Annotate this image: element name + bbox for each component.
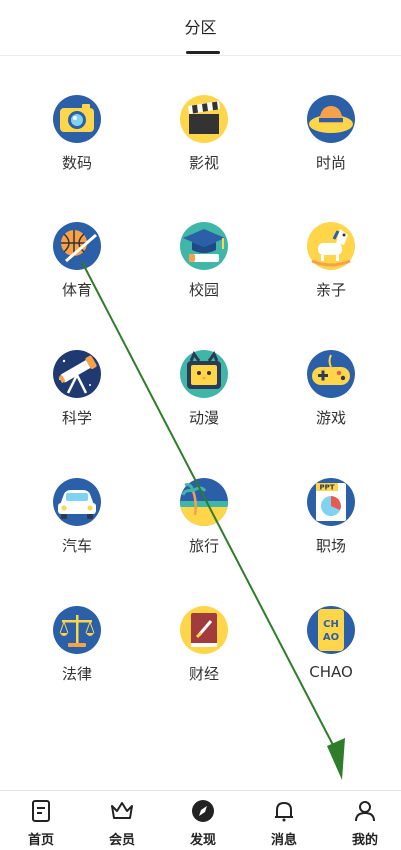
tab-label: 消息 bbox=[270, 833, 297, 848]
category-label: 汽车 bbox=[61, 537, 92, 555]
category-label: CHAO bbox=[309, 663, 353, 681]
clapperboard-icon bbox=[180, 95, 228, 143]
category-travel[interactable]: 旅行 bbox=[149, 439, 259, 555]
category-label: 旅行 bbox=[188, 537, 219, 555]
category-label: 亲子 bbox=[315, 281, 346, 299]
graduation-cap-icon bbox=[180, 222, 228, 270]
category-label: 法律 bbox=[61, 665, 92, 683]
category-games[interactable]: 游戏 bbox=[276, 311, 386, 427]
tab-label: 首页 bbox=[27, 833, 54, 848]
top-header: 分区 bbox=[0, 0, 401, 56]
category-label: 数码 bbox=[61, 154, 92, 172]
svg-text:AO: AO bbox=[323, 632, 339, 643]
title-underline bbox=[186, 51, 220, 54]
category-film[interactable]: 影视 bbox=[149, 56, 259, 172]
category-science[interactable]: 科学 bbox=[22, 311, 132, 427]
cartoon-tv-icon bbox=[180, 350, 228, 398]
gamepad-icon bbox=[307, 350, 355, 398]
compass-icon bbox=[192, 800, 214, 822]
tab-vip[interactable]: 会员 bbox=[82, 791, 162, 850]
tab-label: 会员 bbox=[108, 833, 135, 848]
category-anime[interactable]: 动漫 bbox=[149, 311, 259, 427]
category-label: 影视 bbox=[188, 154, 219, 172]
camera-icon bbox=[53, 95, 101, 143]
rocking-horse-icon bbox=[307, 222, 355, 270]
tab-label: 发现 bbox=[189, 833, 216, 848]
category-label: 体育 bbox=[61, 281, 92, 299]
category-finance[interactable]: 财经 bbox=[149, 567, 259, 683]
category-label: 游戏 bbox=[315, 409, 346, 427]
page-title: 分区 bbox=[184, 18, 217, 37]
category-label: 校园 bbox=[188, 281, 219, 299]
tab-discover[interactable]: 发现 bbox=[163, 791, 243, 850]
category-digital[interactable]: 数码 bbox=[22, 56, 132, 172]
home-doc-icon bbox=[32, 800, 50, 822]
category-workplace[interactable]: PPT 职场 bbox=[276, 439, 386, 555]
category-label: 时尚 bbox=[315, 154, 346, 172]
category-chao[interactable]: CH AO CHAO bbox=[276, 567, 386, 681]
category-label: 动漫 bbox=[188, 409, 219, 427]
category-grid: 数码 影视 时尚 体育 校园 亲子 科学 动漫 游戏 汽车 旅行 PPT 职场 … bbox=[0, 56, 401, 790]
category-sports[interactable]: 体育 bbox=[22, 183, 132, 299]
finance-book-icon bbox=[180, 606, 228, 654]
chao-phone-icon: CH AO bbox=[307, 606, 355, 654]
category-label: 财经 bbox=[188, 665, 219, 683]
crown-icon bbox=[111, 802, 133, 819]
tab-home[interactable]: 首页 bbox=[1, 791, 81, 850]
beach-palm-icon bbox=[180, 478, 228, 526]
bell-icon bbox=[275, 802, 293, 822]
category-parenting[interactable]: 亲子 bbox=[276, 183, 386, 299]
bottom-tab-bar: 首页 会员 发现 消息 我的 bbox=[0, 790, 401, 850]
tab-messages[interactable]: 消息 bbox=[244, 791, 324, 850]
category-label: 科学 bbox=[61, 409, 92, 427]
svg-text:CH: CH bbox=[323, 619, 339, 630]
sun-hat-icon bbox=[307, 95, 355, 143]
category-label: 职场 bbox=[315, 537, 346, 555]
category-fashion[interactable]: 时尚 bbox=[276, 56, 386, 172]
scales-icon bbox=[53, 606, 101, 654]
svg-text:PPT: PPT bbox=[319, 484, 334, 492]
car-icon bbox=[53, 478, 101, 526]
tab-label: 我的 bbox=[351, 833, 378, 848]
tab-me[interactable]: 我的 bbox=[325, 791, 401, 850]
category-law[interactable]: 法律 bbox=[22, 567, 132, 683]
telescope-icon bbox=[53, 350, 101, 398]
basketball-icon bbox=[53, 222, 101, 270]
ppt-chart-icon: PPT bbox=[307, 478, 355, 526]
person-icon bbox=[355, 801, 375, 822]
category-campus[interactable]: 校园 bbox=[149, 183, 259, 299]
category-cars[interactable]: 汽车 bbox=[22, 439, 132, 555]
